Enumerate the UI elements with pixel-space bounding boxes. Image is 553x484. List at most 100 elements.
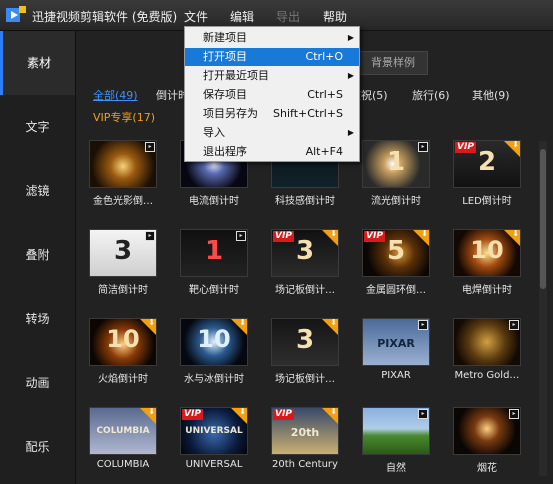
media-thumbnail[interactable]: 3 VIP ⬇ <box>271 229 339 277</box>
preview-play-icon[interactable]: ▸ <box>145 142 155 152</box>
submenu-arrow-icon: ▶ <box>347 128 354 137</box>
preview-play-icon[interactable]: ▸ <box>418 409 428 419</box>
file-menu-item[interactable]: 保存项目 Ctrl+S <box>185 86 359 104</box>
media-tile[interactable]: ▸ Metro Gold… <box>453 318 521 388</box>
menu-item-label: 导入 <box>203 126 225 139</box>
media-tile[interactable]: 3 ⬇ 场记板倒计… <box>271 318 339 388</box>
media-thumbnail[interactable]: ▸ <box>453 318 521 366</box>
media-thumbnail[interactable]: ▸ <box>89 140 157 188</box>
media-thumbnail[interactable]: 2 VIP ⬇ <box>453 140 521 188</box>
vip-badge: VIP <box>455 142 476 153</box>
preview-play-icon[interactable]: ▸ <box>236 231 246 241</box>
sidebar-item-animation[interactable]: 动画 <box>0 351 75 415</box>
media-tile[interactable]: COLUMBIA ⬇ COLUMBIA <box>89 407 157 477</box>
media-tile[interactable]: 10 ⬇ 水与冰倒计时 <box>180 318 248 388</box>
download-arrow-icon[interactable]: ⬇ <box>512 141 519 149</box>
vip-badge: VIP <box>182 409 203 420</box>
media-thumbnail[interactable]: 1 ▸ <box>362 140 430 188</box>
media-tile[interactable]: ▸ 烟花 <box>453 407 521 477</box>
scrollbar[interactable] <box>539 141 547 476</box>
thumbnail-logo-text: COLUMBIA <box>96 426 150 436</box>
media-tile[interactable]: 3 VIP ⬇ 场记板倒计… <box>271 229 339 299</box>
media-tile-label: COLUMBIA <box>96 459 150 470</box>
media-tile[interactable]: 10 ⬇ 火焰倒计时 <box>89 318 157 388</box>
media-thumbnail[interactable]: 3 ▸ <box>89 229 157 277</box>
download-arrow-icon[interactable]: ⬇ <box>239 408 246 416</box>
media-tile[interactable]: 2 VIP ⬇ LED倒计时 <box>453 140 521 210</box>
sidebar-item-media[interactable]: 素材 <box>0 31 75 95</box>
download-arrow-icon[interactable]: ⬇ <box>239 319 246 327</box>
sidebar-item-text[interactable]: 文字 <box>0 95 75 159</box>
media-thumbnail[interactable]: 10 ⬇ <box>453 229 521 277</box>
preview-play-icon[interactable]: ▸ <box>145 231 155 241</box>
download-arrow-icon[interactable]: ⬇ <box>148 408 155 416</box>
sidebar-item-label: 转场 <box>25 312 50 326</box>
media-thumbnail[interactable]: UNIVERSAL VIP ⬇ <box>180 407 248 455</box>
media-tile-label: 火焰倒计时 <box>98 374 148 385</box>
menu-item-label: 新建项目 <box>203 31 247 44</box>
media-tile[interactable]: 1 ▸ 流光倒计时 <box>362 140 430 210</box>
menu-item-shortcut: Shift+Ctrl+S <box>273 107 343 120</box>
menu-item-label: 退出程序 <box>203 145 247 158</box>
download-arrow-icon[interactable]: ⬇ <box>421 230 428 238</box>
media-thumbnail[interactable]: 10 ⬇ <box>180 318 248 366</box>
menu-edit[interactable]: 编辑 <box>230 8 254 25</box>
app-title: 迅捷视频剪辑软件 (免费版) <box>32 10 178 24</box>
sidebar-item-transition[interactable]: 转场 <box>0 287 75 351</box>
file-menu-item[interactable]: 打开项目 Ctrl+O <box>185 48 359 66</box>
vip-badge: VIP <box>273 409 294 420</box>
menu-file[interactable]: 文件 <box>184 8 208 25</box>
media-tile[interactable]: 20th VIP ⬇ 20th Century <box>271 407 339 477</box>
preview-play-icon[interactable]: ▸ <box>418 320 428 330</box>
file-menu-item[interactable]: 打开最近项目 ▶ <box>185 67 359 85</box>
menu-item-shortcut: Ctrl+S <box>307 88 343 101</box>
app-logo-icon <box>6 6 26 22</box>
preview-play-icon[interactable]: ▸ <box>509 409 519 419</box>
sidebar-item-music[interactable]: 配乐 <box>0 415 75 479</box>
sidebar-item-label: 动画 <box>25 376 50 390</box>
scroll-thumb[interactable] <box>540 149 546 289</box>
preview-play-icon[interactable]: ▸ <box>509 320 519 330</box>
media-thumbnail[interactable]: 5 VIP ⬇ <box>362 229 430 277</box>
menu-export[interactable]: 导出 <box>276 8 300 25</box>
sidebar-item-label: 文字 <box>25 120 50 134</box>
media-tile-label: 简洁倒计时 <box>98 285 148 296</box>
thumbnail-logo-text: UNIVERSAL <box>185 426 243 436</box>
media-tile-label: 水与冰倒计时 <box>184 374 244 385</box>
media-thumbnail[interactable]: 1 ▸ <box>180 229 248 277</box>
file-menu-item[interactable]: 新建项目 ▶ <box>185 29 359 47</box>
media-tile[interactable]: 5 VIP ⬇ 金属圆环倒… <box>362 229 430 299</box>
media-tile[interactable]: UNIVERSAL VIP ⬇ UNIVERSAL <box>180 407 248 477</box>
sidebar-item-overlay[interactable]: 叠附 <box>0 223 75 287</box>
download-arrow-icon[interactable]: ⬇ <box>330 230 337 238</box>
preview-play-icon[interactable]: ▸ <box>418 142 428 152</box>
media-thumbnail[interactable]: 10 ⬇ <box>89 318 157 366</box>
media-tile-label: 电焊倒计时 <box>462 285 512 296</box>
media-thumbnail[interactable]: COLUMBIA ⬇ <box>89 407 157 455</box>
sidebar-item-filter[interactable]: 滤镜 <box>0 159 75 223</box>
sidebar-item-label: 配乐 <box>25 440 50 454</box>
media-thumbnail[interactable]: 20th VIP ⬇ <box>271 407 339 455</box>
menu-item-shortcut: Alt+F4 <box>305 145 343 158</box>
media-thumbnail[interactable]: ▸ <box>362 407 430 455</box>
media-tile[interactable]: 3 ▸ 简洁倒计时 <box>89 229 157 299</box>
media-tile[interactable]: ▸ 金色光影倒… <box>89 140 157 210</box>
file-menu-item[interactable]: 导入 ▶ <box>185 124 359 142</box>
menu-item-label: 打开最近项目 <box>203 69 269 82</box>
media-tile[interactable]: 1 ▸ 靶心倒计时 <box>180 229 248 299</box>
file-menu-item[interactable]: 退出程序 Alt+F4 <box>185 143 359 161</box>
media-thumbnail[interactable]: ▸ <box>453 407 521 455</box>
media-thumbnail[interactable]: PIXAR ▸ <box>362 318 430 366</box>
download-arrow-icon[interactable]: ⬇ <box>330 319 337 327</box>
media-tile[interactable]: ▸ 自然 <box>362 407 430 477</box>
submenu-arrow-icon: ▶ <box>347 71 354 80</box>
media-tile-label: 金色光影倒… <box>93 196 153 207</box>
menu-help[interactable]: 帮助 <box>323 8 347 25</box>
download-arrow-icon[interactable]: ⬇ <box>512 230 519 238</box>
media-tile[interactable]: 10 ⬇ 电焊倒计时 <box>453 229 521 299</box>
file-menu-item[interactable]: 项目另存为 Shift+Ctrl+S <box>185 105 359 123</box>
media-thumbnail[interactable]: 3 ⬇ <box>271 318 339 366</box>
media-tile[interactable]: PIXAR ▸ PIXAR <box>362 318 430 388</box>
download-arrow-icon[interactable]: ⬇ <box>148 319 155 327</box>
download-arrow-icon[interactable]: ⬇ <box>330 408 337 416</box>
